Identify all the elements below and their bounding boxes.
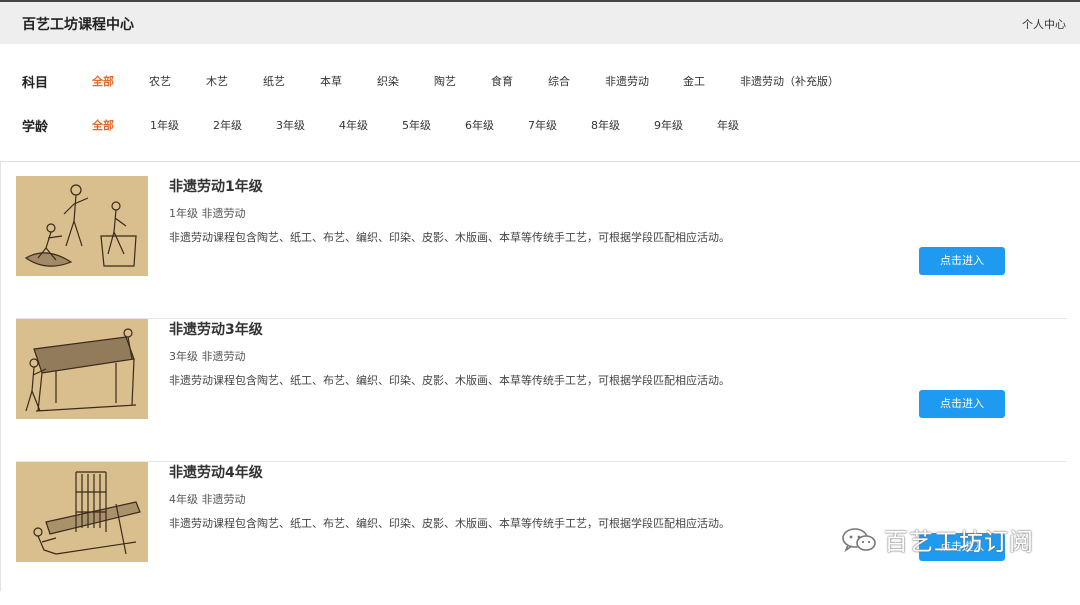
course-description: 非遗劳动课程包含陶艺、纸工、布艺、编织、印染、皮影、木版画、本草等传统手工艺，可… <box>169 374 730 387</box>
course-meta: 3年级 非遗劳动 <box>169 350 246 363</box>
subject-option-herbal[interactable]: 本草 <box>320 73 342 89</box>
subject-option-heritage-labor[interactable]: 非遗劳动 <box>605 73 649 89</box>
age-option-grade-other[interactable]: 年级 <box>717 117 739 133</box>
age-option-grade-9[interactable]: 9年级 <box>654 117 683 133</box>
course-meta: 1年级 非遗劳动 <box>169 207 246 220</box>
user-center-link[interactable]: 个人中心 <box>1022 16 1066 32</box>
age-option-grade-8[interactable]: 8年级 <box>591 117 620 133</box>
course-description: 非遗劳动课程包含陶艺、纸工、布艺、编织、印染、皮影、木版画、本草等传统手工艺，可… <box>169 231 730 244</box>
course-thumbnail[interactable] <box>16 462 148 562</box>
subject-option-pottery[interactable]: 陶艺 <box>434 73 456 89</box>
subject-option-food[interactable]: 食育 <box>491 73 513 89</box>
watermark-text: 百艺工坊订阅 <box>884 528 1034 556</box>
age-option-grade-3[interactable]: 3年级 <box>276 117 305 133</box>
course-title[interactable]: 非遗劳动1年级 <box>169 176 263 196</box>
subject-option-dyeing[interactable]: 织染 <box>377 73 399 89</box>
age-option-grade-2[interactable]: 2年级 <box>213 117 242 133</box>
course-thumbnail[interactable] <box>16 176 148 276</box>
top-bar: 百艺工坊课程中心 个人中心 <box>0 0 1080 44</box>
subject-option-agriculture[interactable]: 农艺 <box>149 73 171 89</box>
age-option-grade-6[interactable]: 6年级 <box>465 117 494 133</box>
watermark: 百艺工坊订阅 <box>840 522 1034 556</box>
course-card: 非遗劳动1年级 1年级 非遗劳动 非遗劳动课程包含陶艺、纸工、布艺、编织、印染、… <box>16 176 1067 319</box>
age-filter-row: 学龄 全部 1年级 2年级 3年级 4年级 5年级 6年级 7年级 8年级 9年… <box>0 114 1080 136</box>
subject-filter-label: 科目 <box>22 76 49 91</box>
subject-option-all[interactable]: 全部 <box>92 73 114 89</box>
age-option-grade-5[interactable]: 5年级 <box>402 117 431 133</box>
subject-option-heritage-labor-extra[interactable]: 非遗劳动（补充版） <box>740 73 839 89</box>
course-title[interactable]: 非遗劳动3年级 <box>169 319 263 339</box>
subject-option-metalwork[interactable]: 金工 <box>683 73 705 89</box>
age-option-grade-7[interactable]: 7年级 <box>528 117 557 133</box>
subject-option-woodcraft[interactable]: 木艺 <box>206 73 228 89</box>
course-description: 非遗劳动课程包含陶艺、纸工、布艺、编织、印染、皮影、木版画、本草等传统手工艺，可… <box>169 517 730 530</box>
course-thumbnail[interactable] <box>16 319 148 419</box>
age-option-all[interactable]: 全部 <box>92 117 114 133</box>
wechat-icon <box>840 527 878 559</box>
app-title: 百艺工坊课程中心 <box>22 17 134 33</box>
course-card: 非遗劳动3年级 3年级 非遗劳动 非遗劳动课程包含陶艺、纸工、布艺、编织、印染、… <box>16 319 1067 462</box>
course-meta: 4年级 非遗劳动 <box>169 493 246 506</box>
age-option-grade-4[interactable]: 4年级 <box>339 117 368 133</box>
course-title[interactable]: 非遗劳动4年级 <box>169 462 263 482</box>
enter-course-button[interactable]: 点击进入 <box>919 390 1005 418</box>
subject-option-comprehensive[interactable]: 综合 <box>548 73 570 89</box>
subject-option-papercraft[interactable]: 纸艺 <box>263 73 285 89</box>
enter-course-button[interactable]: 点击进入 <box>919 247 1005 275</box>
subject-filter-row: 科目 全部 农艺 木艺 纸艺 本草 织染 陶艺 食育 综合 非遗劳动 金工 非遗… <box>0 70 1080 92</box>
age-filter-label: 学龄 <box>22 120 49 135</box>
age-option-grade-1[interactable]: 1年级 <box>150 117 179 133</box>
